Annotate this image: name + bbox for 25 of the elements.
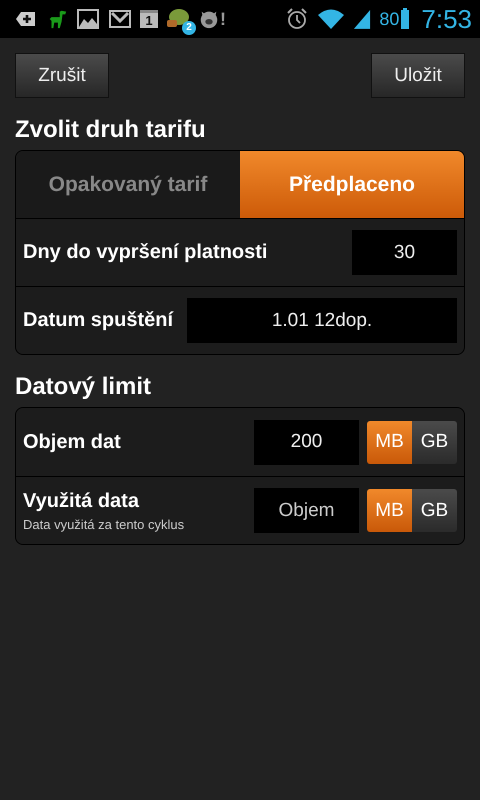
- field-hint: Data využitá za tento cyklus: [23, 516, 186, 532]
- notification-badge: 2: [182, 21, 196, 35]
- alarm-icon: [285, 7, 310, 31]
- calendar-icon: 1: [140, 10, 158, 28]
- alert-mark: !: [220, 8, 226, 30]
- clock: 7:53: [421, 4, 472, 34]
- battery-level: 80: [379, 8, 400, 30]
- unit-toggle[interactable]: GB: [412, 489, 457, 532]
- unit-toggle[interactable]: GB: [412, 420, 457, 464]
- input-field[interactable]: 30: [352, 230, 457, 275]
- section-heading: Zvolit druh tarifu: [15, 116, 207, 144]
- field-label: Objem dat: [23, 430, 122, 454]
- cancel-button[interactable]: Zrušit: [15, 53, 109, 98]
- field-label: Dny do vypršení platnosti: [23, 241, 268, 264]
- input-field[interactable]: Objem: [254, 488, 359, 533]
- mail-icon: [108, 7, 132, 31]
- input-field[interactable]: 200: [254, 420, 359, 464]
- input-field[interactable]: 1.01 12dop.: [187, 298, 457, 343]
- field-label: Využitá data: [23, 490, 140, 512]
- battery-icon: [401, 7, 410, 31]
- picture-icon: [76, 7, 100, 31]
- wifi-icon: [317, 7, 346, 31]
- save-button[interactable]: Uložit: [371, 53, 465, 98]
- field-label: Datum spuštění: [23, 309, 174, 332]
- section-heading: Datový limit: [15, 373, 152, 401]
